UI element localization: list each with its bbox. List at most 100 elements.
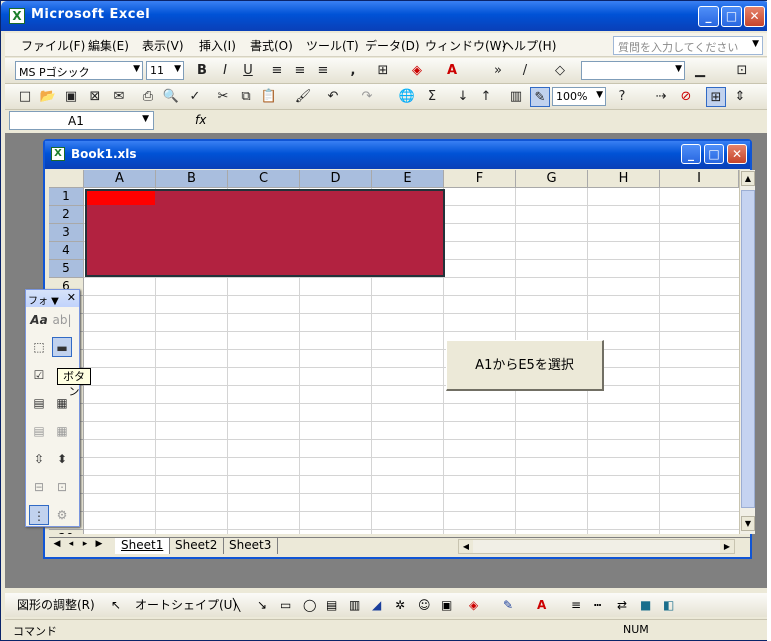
print-preview-icon[interactable]: 🔍 bbox=[161, 87, 181, 107]
select-range-button[interactable]: A1からE5を選択 bbox=[446, 340, 604, 391]
print-icon[interactable]: ⎙ bbox=[138, 87, 158, 107]
menu-format[interactable]: 書式(O) bbox=[250, 37, 293, 54]
close-button[interactable]: ✕ bbox=[744, 6, 765, 27]
zoom-select[interactable]: 100% ▼ bbox=[552, 87, 606, 106]
line-icon[interactable]: ╲ bbox=[233, 596, 240, 614]
scroll-up-icon[interactable]: ▲ bbox=[741, 171, 755, 186]
name-box[interactable]: A1 ▼ bbox=[9, 111, 154, 130]
column-header[interactable]: I bbox=[660, 170, 739, 188]
button-control-icon[interactable]: ▬ bbox=[52, 337, 72, 357]
new-icon[interactable]: □ bbox=[15, 87, 35, 107]
autoshape-menu[interactable]: オートシェイプ(U) bbox=[135, 596, 237, 614]
save-icon[interactable]: ▣ bbox=[61, 87, 81, 107]
line-style-icon[interactable]: ≡ bbox=[571, 596, 581, 614]
first-sheet-icon[interactable]: ◀ bbox=[51, 539, 63, 549]
function-icon[interactable]: fx bbox=[195, 113, 206, 127]
3d-style-icon[interactable]: ◧ bbox=[663, 596, 674, 614]
menu-insert[interactable]: 挿入(I) bbox=[199, 37, 236, 54]
vertical-scrollbar[interactable]: ▲ ▼ bbox=[739, 170, 755, 534]
clip-art-icon[interactable]: ☺ bbox=[418, 596, 431, 614]
row-header[interactable]: 5 bbox=[49, 260, 84, 278]
align-left-icon[interactable]: ≡ bbox=[267, 61, 287, 81]
last-sheet-icon[interactable]: ▶ bbox=[93, 539, 105, 549]
tab-sheet2[interactable]: Sheet2 bbox=[169, 538, 225, 554]
font-color-icon[interactable]: A bbox=[537, 596, 546, 614]
column-header[interactable]: F bbox=[444, 170, 516, 188]
label-icon[interactable]: Aa bbox=[29, 310, 49, 330]
cut-icon[interactable]: ✂ bbox=[213, 87, 233, 107]
workbook-restore-button[interactable]: □ bbox=[704, 144, 724, 164]
scroll-right-icon[interactable]: ▶ bbox=[720, 540, 734, 553]
list-box-icon[interactable]: ▤ bbox=[29, 393, 49, 413]
align-right-icon[interactable]: ≡ bbox=[313, 61, 333, 81]
hyperlink-icon[interactable]: 🌐 bbox=[397, 87, 417, 107]
select-all-corner[interactable] bbox=[49, 170, 84, 188]
fill-color-icon[interactable]: ◈ bbox=[407, 61, 427, 81]
toggle-grid-icon[interactable]: ⋮ bbox=[29, 505, 49, 525]
copy-icon[interactable]: ⧉ bbox=[236, 87, 256, 107]
textbox-icon[interactable]: ▤ bbox=[326, 596, 337, 614]
help-search-input[interactable]: 質問を入力してください ▼ bbox=[613, 36, 763, 55]
stop-icon[interactable]: ⊘ bbox=[676, 87, 696, 107]
close-icon[interactable]: ✕ bbox=[67, 291, 76, 304]
vertical-textbox-icon[interactable]: ▥ bbox=[349, 596, 360, 614]
grid-options-icon[interactable]: ⇕ bbox=[730, 87, 750, 107]
email-icon[interactable]: ✉ bbox=[109, 87, 129, 107]
picture-icon[interactable]: ▣ bbox=[441, 596, 452, 614]
eraser-icon[interactable]: ◇ bbox=[550, 61, 570, 81]
edit-code-icon[interactable]: ⊡ bbox=[52, 477, 72, 497]
menu-file[interactable]: ファイル(F) bbox=[21, 37, 85, 54]
rectangle-icon[interactable]: ▭ bbox=[280, 596, 291, 614]
draw-adjust-menu[interactable]: 図形の調整(R) bbox=[17, 596, 95, 614]
minimize-button[interactable]: _ bbox=[698, 6, 719, 27]
chevron-down-icon[interactable]: ▼ bbox=[752, 39, 759, 49]
help-icon[interactable]: ? bbox=[612, 87, 632, 107]
next-sheet-icon[interactable]: ▸ bbox=[79, 539, 91, 549]
autosum-icon[interactable]: Σ bbox=[422, 87, 442, 107]
spinner-icon[interactable]: ⬍ bbox=[52, 449, 72, 469]
redo-icon[interactable]: ↷ bbox=[357, 87, 377, 107]
run-dialog-icon[interactable]: ⚙ bbox=[52, 505, 72, 525]
toolbar-overflow-icon[interactable]: » bbox=[488, 61, 508, 81]
line-style-icon[interactable]: / bbox=[515, 61, 535, 81]
font-color-icon[interactable]: A bbox=[442, 61, 462, 81]
draw-border-icon[interactable]: ⊡ bbox=[732, 61, 752, 81]
group-box-icon[interactable]: ⬚ bbox=[29, 337, 49, 357]
open-icon[interactable]: 📂 bbox=[38, 87, 58, 107]
paste-icon[interactable]: 📋 bbox=[259, 87, 279, 107]
row-header[interactable]: 4 bbox=[49, 242, 84, 260]
column-header[interactable]: G bbox=[516, 170, 588, 188]
menu-edit[interactable]: 編集(E) bbox=[88, 37, 129, 54]
format-painter-icon[interactable]: 🖌 bbox=[293, 87, 313, 107]
arrow-style-icon[interactable]: ⇄ bbox=[617, 596, 627, 614]
comma-style-icon[interactable]: , bbox=[343, 61, 363, 81]
line-weight-select[interactable]: ▼ bbox=[581, 61, 685, 80]
italic-icon[interactable]: I bbox=[215, 61, 235, 81]
prev-sheet-icon[interactable]: ◂ bbox=[65, 539, 77, 549]
oval-icon[interactable]: ◯ bbox=[303, 596, 316, 614]
align-center-icon[interactable]: ≡ bbox=[290, 61, 310, 81]
control-properties-icon[interactable]: ⊟ bbox=[29, 477, 49, 497]
drawing-toolbar-icon[interactable]: ✎ bbox=[530, 87, 550, 107]
send-review-icon[interactable]: ⇢ bbox=[651, 87, 671, 107]
underline-icon[interactable]: U bbox=[238, 61, 258, 81]
scroll-left-icon[interactable]: ◀ bbox=[459, 540, 473, 553]
tab-sheet1[interactable]: Sheet1 bbox=[115, 538, 171, 554]
shadow-icon[interactable]: ■ bbox=[640, 596, 651, 614]
edit-box-icon[interactable]: ab| bbox=[52, 310, 72, 330]
chart-wizard-icon[interactable]: ▥ bbox=[506, 87, 526, 107]
borders-icon[interactable]: ⊞ bbox=[373, 61, 393, 81]
combo-drop-edit-icon[interactable]: ▦ bbox=[52, 421, 72, 441]
maximize-button[interactable]: □ bbox=[721, 6, 742, 27]
diagram-icon[interactable]: ✲ bbox=[395, 596, 405, 614]
scroll-down-icon[interactable]: ▼ bbox=[741, 516, 755, 531]
select-objects-icon[interactable]: ↖ bbox=[111, 596, 121, 614]
menu-help[interactable]: ヘルプ(H) bbox=[502, 37, 556, 54]
bold-icon[interactable]: B bbox=[192, 61, 212, 81]
column-header[interactable]: B bbox=[156, 170, 228, 188]
column-header[interactable]: A bbox=[84, 170, 156, 188]
spreadsheet-grid[interactable]: A B C D E F G H I 1 2 3 4 5 6 7 8 9 10 1… bbox=[49, 170, 739, 534]
column-header[interactable]: C bbox=[228, 170, 300, 188]
dash-style-icon[interactable]: ┅ bbox=[594, 596, 601, 614]
vertical-scroll-thumb[interactable] bbox=[741, 190, 755, 508]
